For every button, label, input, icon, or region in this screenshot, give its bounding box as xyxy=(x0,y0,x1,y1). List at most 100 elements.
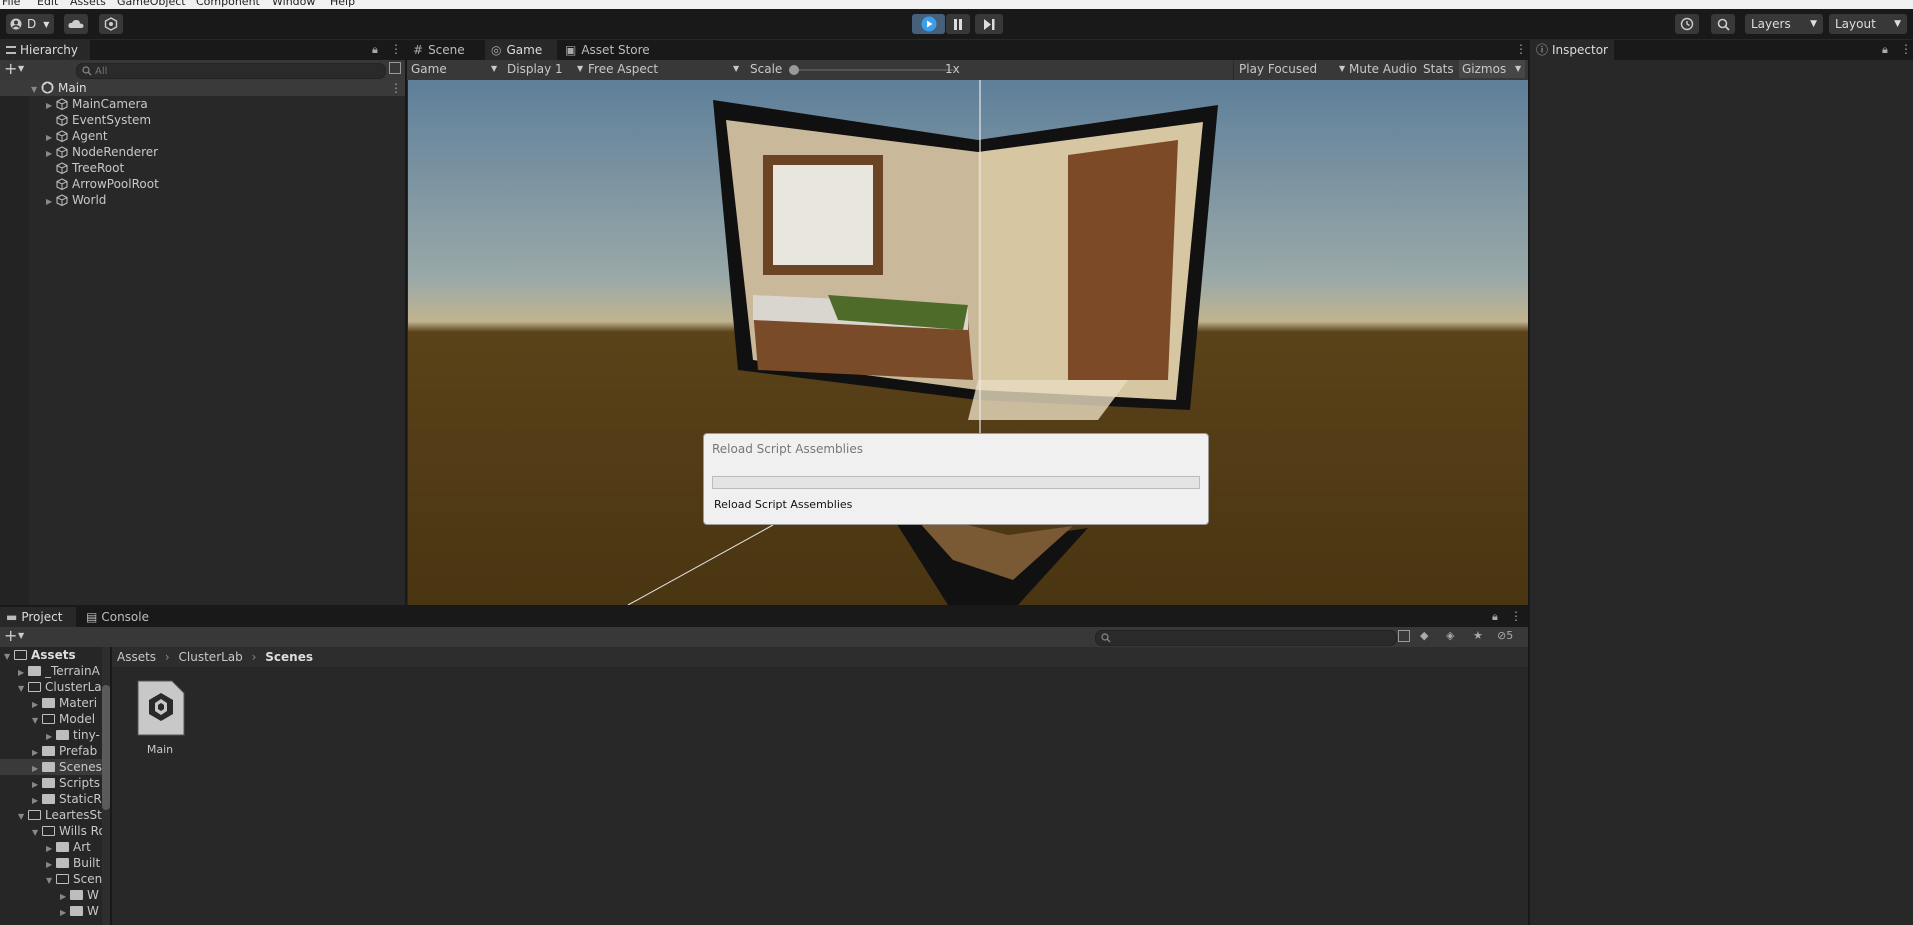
project-folder-item[interactable]: ▶ Materi xyxy=(0,695,102,711)
panel-divider[interactable] xyxy=(110,647,112,925)
kebab-menu-icon[interactable]: ⋮ xyxy=(390,42,402,56)
kebab-menu-icon[interactable]: ⋮ xyxy=(1900,42,1912,56)
collapse-triangle-icon[interactable]: ▼ xyxy=(32,825,42,839)
lock-icon[interactable]: 🔒︎ xyxy=(1492,610,1498,624)
display-dropdown[interactable]: Display 1 ▼ xyxy=(507,60,587,78)
add-icon[interactable]: + xyxy=(4,60,17,78)
hierarchy-item[interactable]: TreeRoot xyxy=(0,160,124,176)
menu-window[interactable]: Window xyxy=(272,0,315,8)
expand-triangle-icon[interactable]: ▶ xyxy=(46,841,56,855)
project-folder-item[interactable]: ▼ Assets xyxy=(0,647,102,663)
layers-dropdown[interactable]: Layers ▼ xyxy=(1745,14,1823,34)
stats-toggle[interactable]: Stats xyxy=(1423,60,1454,78)
expand-triangle-icon[interactable]: ▶ xyxy=(46,857,56,871)
lock-icon[interactable]: 🔒︎ xyxy=(372,43,378,57)
tree-scrollbar[interactable] xyxy=(102,647,110,925)
breadcrumb-assets[interactable]: Assets xyxy=(117,650,156,664)
project-folder-item[interactable]: ▶ Scripts xyxy=(0,775,102,791)
chevron-down-icon[interactable]: ▼ xyxy=(18,631,24,640)
kebab-menu-icon[interactable]: ⋮ xyxy=(390,80,402,96)
search-scene-icon[interactable] xyxy=(1398,630,1410,642)
hierarchy-item[interactable]: ▶ NodeRenderer xyxy=(0,144,158,160)
scale-slider-handle[interactable] xyxy=(789,65,799,75)
expand-triangle-icon[interactable]: ▶ xyxy=(60,905,70,919)
menu-edit[interactable]: Edit xyxy=(37,0,58,8)
layout-dropdown[interactable]: Layout ▼ xyxy=(1829,14,1907,34)
hierarchy-item[interactable]: ▶ MainCamera xyxy=(0,96,148,112)
tab-game[interactable]: ◎ Game xyxy=(485,40,557,60)
game-viewport[interactable] xyxy=(408,80,1528,605)
scale-slider-track[interactable] xyxy=(792,69,954,71)
project-folder-item[interactable]: ▶ Prefab xyxy=(0,743,102,759)
project-folder-item[interactable]: ▼ Model xyxy=(0,711,102,727)
step-button[interactable] xyxy=(975,14,1003,34)
game-mode-dropdown[interactable]: Game ▼ xyxy=(411,60,501,78)
asset-item[interactable]: Main xyxy=(130,679,190,759)
cloud-button[interactable] xyxy=(64,14,88,34)
filter-type-icon[interactable]: ◆ xyxy=(1420,629,1428,642)
menu-help[interactable]: Help xyxy=(330,0,355,8)
mute-audio-toggle[interactable]: Mute Audio xyxy=(1349,60,1417,78)
tab-inspector[interactable]: ⓘ Inspector xyxy=(1530,40,1614,60)
breadcrumb-clusterlab[interactable]: ClusterLab xyxy=(179,650,243,664)
tree-scrollbar-thumb[interactable] xyxy=(102,685,110,810)
label-icon[interactable]: ◈ xyxy=(1446,629,1454,642)
panel-divider[interactable] xyxy=(405,40,407,605)
collapse-triangle-icon[interactable]: ▼ xyxy=(18,681,28,695)
star-icon[interactable]: ★ xyxy=(1473,629,1483,642)
project-folder-item[interactable]: ▼ LeartesSt xyxy=(0,807,102,823)
project-folder-item[interactable]: ▶ Built xyxy=(0,855,102,871)
hierarchy-item[interactable]: ▶ Agent xyxy=(0,128,108,144)
hierarchy-item[interactable]: ArrowPoolRoot xyxy=(0,176,159,192)
project-folder-item[interactable]: ▶ Scenes xyxy=(0,759,102,775)
collapse-triangle-icon[interactable]: ▼ xyxy=(4,649,14,663)
account-button[interactable]: D ▼ xyxy=(6,14,54,34)
add-icon[interactable]: + xyxy=(4,627,17,645)
panel-divider[interactable] xyxy=(0,605,1528,607)
scene-row-main[interactable]: ▼ Main ⋮ xyxy=(0,80,405,96)
project-search-input[interactable] xyxy=(1095,630,1397,646)
expand-triangle-icon[interactable]: ▶ xyxy=(32,697,42,711)
expand-triangle-icon[interactable]: ▶ xyxy=(60,889,70,903)
play-mode-dropdown[interactable]: Play Focused ▼ xyxy=(1239,60,1347,78)
expand-triangle-icon[interactable]: ▶ xyxy=(18,665,28,679)
menu-component[interactable]: Component xyxy=(196,0,260,8)
project-folder-item[interactable]: ▼ Scen xyxy=(0,871,102,887)
chevron-down-icon[interactable]: ▼ xyxy=(18,64,24,73)
hierarchy-search[interactable] xyxy=(76,63,386,79)
lock-icon[interactable]: 🔒︎ xyxy=(1882,43,1888,57)
hierarchy-search-input[interactable] xyxy=(95,64,375,78)
expand-triangle-icon[interactable]: ▶ xyxy=(46,194,56,210)
play-button[interactable] xyxy=(912,14,945,34)
project-folder-item[interactable]: ▶ _TerrainA xyxy=(0,663,102,679)
tab-scene[interactable]: # Scene xyxy=(407,40,483,60)
expand-triangle-icon[interactable]: ▶ xyxy=(32,777,42,791)
tab-hierarchy[interactable]: Hierarchy xyxy=(0,40,90,60)
menu-assets[interactable]: Assets xyxy=(70,0,106,8)
collapse-triangle-icon[interactable]: ▼ xyxy=(32,713,42,727)
collapse-triangle-icon[interactable]: ▼ xyxy=(46,873,56,887)
project-folder-item[interactable]: ▶ tiny- xyxy=(0,727,102,743)
project-folder-item[interactable]: ▶ Art xyxy=(0,839,102,855)
collab-button[interactable] xyxy=(99,14,123,34)
project-folder-item[interactable]: ▶ W xyxy=(0,887,102,903)
expand-triangle-icon[interactable]: ▶ xyxy=(32,793,42,807)
gizmos-toggle[interactable]: Gizmos ▼ xyxy=(1459,60,1525,78)
hierarchy-item[interactable]: EventSystem xyxy=(0,112,151,128)
expand-triangle-icon[interactable]: ▶ xyxy=(32,761,42,775)
pause-button[interactable] xyxy=(946,14,970,34)
breadcrumb-scenes[interactable]: Scenes xyxy=(265,650,313,664)
project-folder-item[interactable]: ▶ StaticR xyxy=(0,791,102,807)
project-folder-item[interactable]: ▼ ClusterLa xyxy=(0,679,102,695)
tab-console[interactable]: ▤ Console xyxy=(80,607,160,627)
project-folder-item[interactable]: ▶ W xyxy=(0,903,102,919)
hidden-packages-icon[interactable]: ⊘5 xyxy=(1497,629,1513,642)
kebab-menu-icon[interactable]: ⋮ xyxy=(1515,42,1527,56)
hierarchy-item[interactable]: ▶ World xyxy=(0,192,106,208)
aspect-dropdown[interactable]: Free Aspect ▼ xyxy=(588,60,743,78)
tab-project[interactable]: ▬ Project xyxy=(0,607,76,627)
tab-asset-store[interactable]: ▣ Asset Store xyxy=(559,40,659,60)
project-folder-item[interactable]: ▼ Wills Ro xyxy=(0,823,102,839)
expand-triangle-icon[interactable]: ▶ xyxy=(32,745,42,759)
search-scene-icon[interactable] xyxy=(389,62,401,74)
